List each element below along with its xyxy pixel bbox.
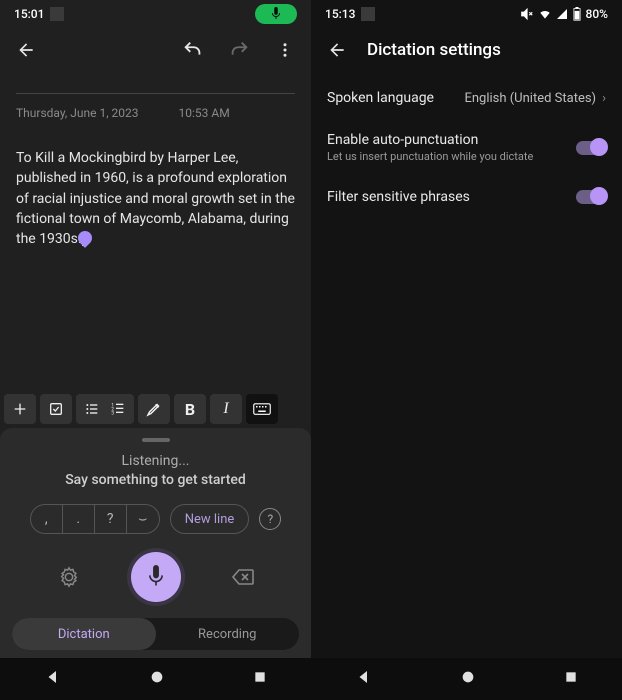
battery-percent: 80% bbox=[586, 7, 608, 21]
gear-icon bbox=[58, 566, 80, 588]
auto-punctuation-toggle[interactable] bbox=[576, 141, 606, 155]
status-time: 15:01 bbox=[14, 7, 44, 21]
nav-home[interactable] bbox=[460, 669, 476, 689]
status-bar: 15:13 80% bbox=[311, 0, 622, 28]
page-title: Dictation settings bbox=[367, 40, 501, 60]
space-button[interactable]: ⌣ bbox=[127, 505, 159, 533]
status-time: 15:13 bbox=[325, 7, 355, 21]
comma-button[interactable]: , bbox=[31, 505, 63, 533]
circle-home-icon bbox=[149, 669, 165, 685]
mic-active-pill[interactable] bbox=[255, 4, 297, 24]
bullet-list-icon bbox=[84, 401, 100, 417]
bold-tool[interactable]: B bbox=[174, 394, 206, 424]
system-nav-bar bbox=[0, 658, 311, 700]
notification-indicator bbox=[361, 7, 375, 21]
list-tools[interactable]: 123 bbox=[76, 394, 134, 424]
newline-button[interactable]: New line bbox=[170, 504, 250, 534]
square-recent-icon bbox=[252, 669, 268, 685]
note-meta: Thursday, June 1, 2023 10:53 AM bbox=[16, 106, 295, 120]
checkbox-tool[interactable] bbox=[40, 394, 72, 424]
highlight-tool[interactable] bbox=[138, 394, 170, 424]
settings-header: Dictation settings bbox=[311, 28, 622, 72]
italic-icon: I bbox=[223, 400, 228, 418]
italic-tool[interactable]: I bbox=[210, 394, 242, 424]
setting-auto-punctuation[interactable]: Enable auto-punctuation Let us insert pu… bbox=[327, 132, 606, 163]
period-button[interactable]: . bbox=[63, 505, 95, 533]
microphone-icon bbox=[271, 7, 281, 21]
circle-home-icon bbox=[460, 669, 476, 685]
arrow-left-icon bbox=[16, 40, 36, 60]
note-title-line bbox=[16, 92, 295, 94]
redo-button[interactable] bbox=[221, 32, 257, 68]
highlighter-icon bbox=[145, 400, 163, 418]
keyboard-icon bbox=[253, 402, 271, 416]
question-button[interactable]: ? bbox=[95, 505, 127, 533]
more-button[interactable] bbox=[267, 32, 303, 68]
notification-indicator bbox=[50, 7, 64, 21]
back-button[interactable] bbox=[325, 32, 349, 68]
listening-status: Listening... Say something to get starte… bbox=[65, 452, 246, 490]
dictation-panel: Listening... Say something to get starte… bbox=[0, 428, 311, 658]
mic-button[interactable] bbox=[131, 552, 181, 602]
numbered-list-icon: 123 bbox=[110, 401, 126, 417]
triangle-back-icon bbox=[44, 668, 62, 686]
nav-recent[interactable] bbox=[252, 669, 268, 689]
help-button[interactable]: ? bbox=[259, 508, 281, 530]
bold-icon: B bbox=[185, 400, 195, 419]
redo-icon bbox=[228, 39, 250, 61]
note-header bbox=[0, 28, 311, 72]
back-button[interactable] bbox=[8, 32, 44, 68]
setting-spoken-language[interactable]: Spoken language English (United States) … bbox=[327, 90, 606, 106]
note-text[interactable]: To Kill a Mockingbird by Harper Lee, pub… bbox=[16, 148, 295, 249]
tab-recording[interactable]: Recording bbox=[156, 618, 300, 650]
backspace-icon bbox=[231, 568, 255, 586]
status-bar: 15:01 bbox=[0, 0, 311, 28]
checkbox-icon bbox=[48, 401, 64, 417]
nav-home[interactable] bbox=[149, 669, 165, 689]
nav-back[interactable] bbox=[44, 668, 62, 690]
wifi-icon bbox=[538, 7, 552, 21]
mode-tabs: Dictation Recording bbox=[12, 618, 299, 650]
microphone-icon bbox=[147, 565, 165, 589]
note-date: Thursday, June 1, 2023 bbox=[16, 106, 139, 120]
battery-icon bbox=[572, 7, 582, 21]
square-recent-icon bbox=[563, 669, 579, 685]
add-button[interactable] bbox=[4, 394, 36, 424]
tab-dictation[interactable]: Dictation bbox=[12, 618, 156, 650]
keyboard-tool[interactable] bbox=[246, 394, 278, 424]
undo-button[interactable] bbox=[175, 32, 211, 68]
signal-icon bbox=[556, 8, 568, 20]
settings-body: Spoken language English (United States) … bbox=[311, 72, 622, 223]
punctuation-buttons: , . ? ⌣ bbox=[30, 504, 160, 534]
drag-handle[interactable] bbox=[142, 438, 170, 442]
nav-recent[interactable] bbox=[563, 669, 579, 689]
note-time: 10:53 AM bbox=[179, 106, 230, 120]
note-body[interactable]: Thursday, June 1, 2023 10:53 AM To Kill … bbox=[0, 72, 311, 390]
format-toolbar: 123 B I bbox=[0, 390, 311, 428]
backspace-button[interactable] bbox=[229, 563, 257, 591]
setting-filter-phrases[interactable]: Filter sensitive phrases bbox=[327, 189, 606, 205]
filter-phrases-toggle[interactable] bbox=[576, 190, 606, 204]
dictation-settings-button[interactable] bbox=[55, 563, 83, 591]
more-vertical-icon bbox=[276, 41, 294, 59]
triangle-back-icon bbox=[355, 668, 373, 686]
svg-text:3: 3 bbox=[111, 411, 114, 417]
arrow-left-icon bbox=[327, 40, 347, 60]
plus-icon bbox=[12, 401, 28, 417]
undo-icon bbox=[182, 39, 204, 61]
mute-icon bbox=[520, 7, 534, 21]
nav-back[interactable] bbox=[355, 668, 373, 690]
language-value: English (United States) bbox=[464, 91, 596, 106]
chevron-right-icon: › bbox=[602, 91, 606, 106]
system-nav-bar bbox=[311, 658, 622, 700]
